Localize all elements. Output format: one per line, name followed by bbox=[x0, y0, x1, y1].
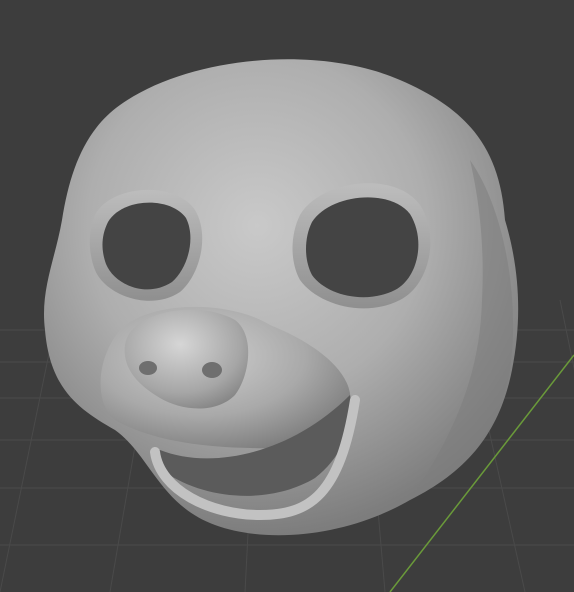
right-eye-hole bbox=[292, 183, 431, 309]
mask-object[interactable] bbox=[43, 59, 519, 536]
viewport-canvas[interactable] bbox=[0, 0, 574, 592]
left-eye-hole bbox=[89, 189, 203, 301]
3d-viewport[interactable] bbox=[0, 0, 574, 592]
